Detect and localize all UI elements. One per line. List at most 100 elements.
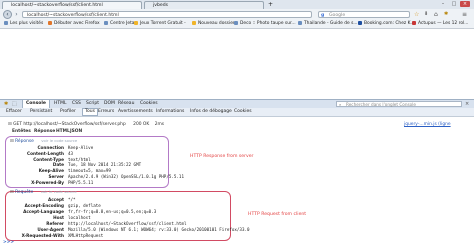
maximize-button[interactable]: □ — [449, 1, 459, 7]
bookmark-item[interactable]: Jeux Torrent Gratuit - — [134, 20, 186, 28]
persist-button[interactable]: Persistant — [30, 108, 52, 116]
bookmark-item[interactable]: Nouveau dossier — [192, 20, 235, 28]
subtab-response[interactable]: Réponse — [34, 129, 55, 135]
header-key: X-Powered-By — [31, 179, 64, 185]
tab-script[interactable]: Script — [86, 100, 99, 108]
filter-info-button[interactable]: Informations — [156, 108, 184, 116]
filter-debug-button[interactable]: Infos de débogage — [190, 108, 232, 116]
response-headers-title: ⊟ Réponse voir le code source — [10, 138, 78, 144]
header-value: */* — [68, 197, 76, 202]
filter-warnings-button[interactable]: Avertissements — [118, 108, 153, 116]
request-source-link[interactable]: jquery-...min.js (ligne — [404, 122, 451, 128]
folder-icon — [192, 20, 196, 25]
header-key: Accept-Encoding — [24, 203, 64, 208]
header-key: X-Requested-With — [21, 233, 64, 238]
subtab-json[interactable]: JSON — [70, 129, 82, 135]
bookmark-item[interactable]: Thailande - Guide de s... — [298, 20, 358, 28]
navigation-bar: ‹ › localhost/~stackoverflow/ssf/client.… — [0, 9, 474, 20]
header-key: Date — [52, 162, 64, 168]
header-value: Apache/2.4.9 (Win32) OpenSSL/1.0.1g PHP/… — [68, 174, 184, 179]
bookmark-icon — [412, 20, 416, 25]
bookmark-icon — [48, 20, 52, 25]
header-value: timeout=5, max=99 — [68, 168, 111, 174]
search-placeholder: Rechercher dans l'onglet Console — [346, 102, 416, 107]
home-icon[interactable]: ⌂ — [434, 11, 441, 18]
header-key: Host — [53, 215, 64, 220]
bookmark-item[interactable]: Booking.com: Chez K... — [358, 20, 415, 28]
header-value: Mozilla/5.0 (Windows NT 6.1; WOW64; rv:3… — [68, 227, 250, 232]
tab-title: localhost/~stackoverflow/ssf/client.html — [11, 3, 103, 8]
request-status: 200 OK — [133, 122, 150, 127]
subtab-headers[interactable]: Entêtes — [12, 129, 31, 135]
url-bar[interactable]: localhost/~stackoverflow/ssf/client.html — [22, 11, 312, 18]
tab-html[interactable]: HTML — [54, 100, 67, 108]
header-key: Content-Length — [27, 150, 64, 156]
close-button[interactable]: × — [460, 1, 470, 7]
console-toolbar: Effacer Persistant Profiler Tous Erreurs… — [0, 108, 474, 117]
header-value: PHP/5.5.11 — [68, 179, 94, 185]
browser-tab-active[interactable]: localhost/~stackoverflow/ssf/client.html — [2, 1, 142, 9]
header-key: Keep-Alive — [38, 168, 64, 174]
bookmark-item[interactable]: Les plus visités — [4, 20, 43, 28]
folder-icon — [134, 20, 138, 25]
firebug-icon[interactable]: ✱ — [4, 101, 10, 107]
bookmark-star-icon[interactable]: ☆ — [414, 11, 421, 18]
request-time: 2ms — [154, 122, 165, 127]
request-headers-title: ⊟ Requête voir le code source — [10, 189, 77, 195]
forward-icon[interactable]: › — [13, 11, 20, 18]
search-input[interactable]: g Google — [318, 11, 410, 18]
annotation-request: HTTP Request from client — [248, 212, 307, 217]
view-source-link[interactable]: voir le code source — [41, 189, 77, 194]
tab-dom[interactable]: DOM — [104, 100, 115, 108]
bookmark-icon — [234, 20, 238, 25]
menu-icon[interactable]: ≡ — [462, 11, 470, 18]
bookmark-icon — [298, 20, 302, 25]
bookmark-item[interactable]: Débuter avec Firefox — [48, 20, 100, 28]
downloads-icon[interactable]: ⬇ — [424, 11, 431, 18]
bookmark-icon — [4, 20, 8, 25]
browser-tab[interactable]: jvbeds — [144, 1, 264, 9]
filter-cookies-button[interactable]: Cookies — [234, 108, 252, 116]
minimize-button[interactable]: – — [438, 1, 448, 7]
view-source-link[interactable]: voir le code source — [41, 138, 77, 143]
bookmark-item[interactable]: Deco :: Photo taupe sur... — [234, 20, 296, 28]
header-value: fr,fr-fr;q=0.8,en-us;q=0.5,en;q=0.3 — [68, 209, 157, 214]
header-key: Accept-Language — [23, 209, 64, 214]
filter-errors-button[interactable]: Erreurs — [98, 108, 114, 116]
inspect-icon[interactable]: ⬚ — [12, 101, 18, 107]
bookmark-icon — [358, 20, 362, 25]
header-key: Connection — [37, 145, 64, 150]
search-placeholder: Google — [329, 13, 346, 18]
header-value: http://localhost/~StackOverflow/ssf/clie… — [68, 221, 187, 226]
filter-all-button[interactable]: Tous — [82, 108, 98, 116]
tab-cookies[interactable]: Cookies — [140, 100, 158, 108]
profile-button[interactable]: Profiler — [60, 108, 76, 116]
url-text: localhost/~stackoverflow/ssf/client.html — [27, 13, 119, 18]
tab-network[interactable]: Réseau — [118, 100, 134, 108]
close-icon[interactable]: × — [465, 101, 469, 107]
bookmark-icon — [104, 20, 108, 25]
header-key: Accept — [47, 197, 64, 202]
tab-console[interactable]: Console — [22, 100, 50, 108]
bookmark-item[interactable]: Actupus — Les 12 rol... — [412, 20, 468, 28]
header-value: 43 — [68, 150, 74, 156]
header-key: Content-Type — [33, 156, 64, 162]
bookmark-item[interactable]: Centre Jeta — [104, 20, 135, 28]
console-search-input[interactable]: ⌕ Rechercher dans l'onglet Console — [336, 101, 462, 107]
request-url: GET http://localhost/~StackOverflow/ssf/… — [13, 122, 126, 127]
new-tab-button[interactable]: + — [268, 0, 273, 9]
bookmarks-bar: Les plus visités Débuter avec Firefox Ce… — [0, 20, 474, 29]
page-content — [0, 29, 474, 99]
tab-title: jvbeds — [153, 3, 169, 8]
tab-css[interactable]: CSS — [72, 100, 81, 108]
annotation-response: HTTP Response from server — [190, 154, 254, 159]
clear-button[interactable]: Effacer — [6, 108, 22, 116]
back-icon[interactable]: ‹ — [3, 10, 12, 19]
console-prompt[interactable]: >>> — [3, 240, 14, 245]
firebug-icon[interactable]: ✱ — [444, 11, 451, 18]
header-key: Server — [48, 174, 64, 179]
subtab-html[interactable]: HTML — [56, 129, 70, 135]
console-request-entry[interactable]: ⊟ GET http://localhost/~StackOverflow/ss… — [8, 122, 468, 128]
header-value: gzip, deflate — [68, 203, 101, 208]
header-value: Tue, 18 Nov 2014 21:35:22 GMT — [68, 162, 142, 168]
